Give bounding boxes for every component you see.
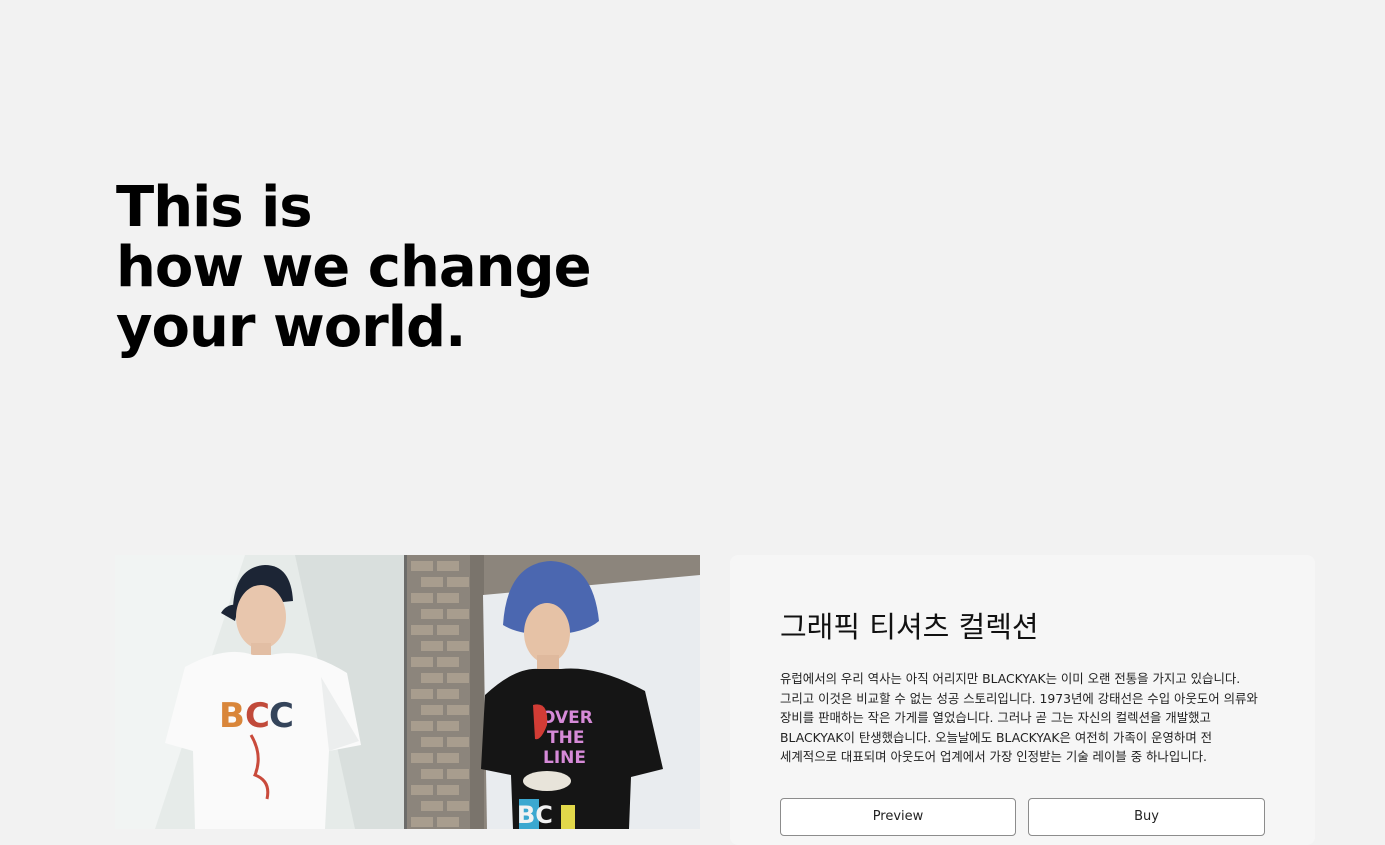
hero-line-3: your world. bbox=[116, 295, 466, 360]
preview-button[interactable]: Preview bbox=[780, 798, 1016, 836]
svg-text:THE: THE bbox=[547, 728, 584, 748]
svg-text:OVER: OVER bbox=[541, 708, 593, 728]
product-description: 유럽에서의 우리 역사는 아직 어리지만 BLACKYAK는 이미 오랜 전통을… bbox=[780, 671, 1258, 764]
svg-text:C: C bbox=[245, 696, 270, 736]
product-title: 그래픽 티셔츠 컬렉션 bbox=[780, 610, 1039, 644]
product-photo: B C C OVER THE LINE BC bbox=[115, 555, 700, 829]
svg-text:LINE: LINE bbox=[543, 748, 586, 768]
hero-line-2: how we change bbox=[116, 235, 592, 300]
svg-text:BC: BC bbox=[517, 801, 553, 829]
svg-text:B: B bbox=[219, 696, 245, 736]
hero-headline: This is how we change your world. bbox=[116, 178, 816, 358]
product-card: 그래픽 티셔츠 컬렉션 유럽에서의 우리 역사는 아직 어리지만 BLACKYA… bbox=[730, 555, 1315, 845]
buy-button[interactable]: Buy bbox=[1028, 798, 1265, 836]
hero-line-1: This is bbox=[116, 175, 313, 240]
svg-text:C: C bbox=[269, 696, 294, 736]
